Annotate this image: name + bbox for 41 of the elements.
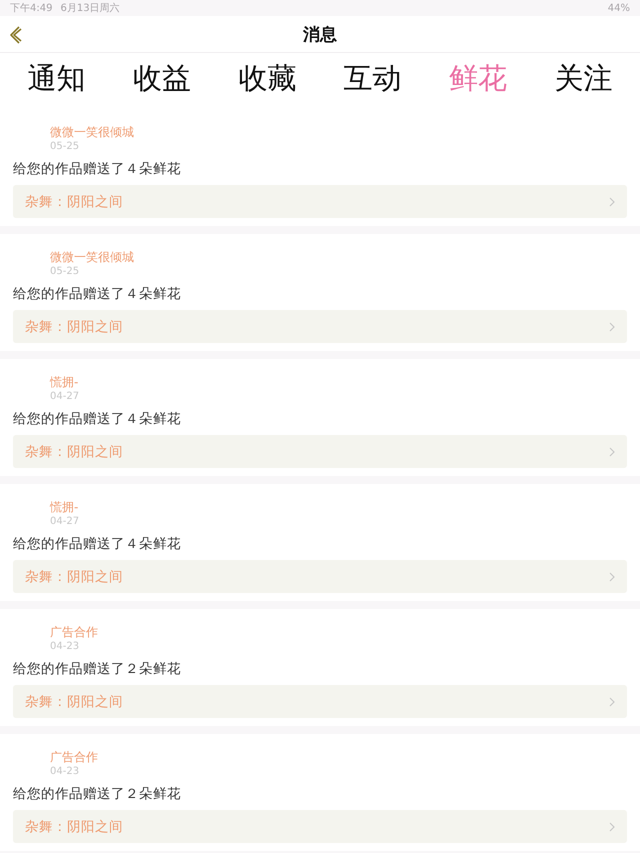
battery-level: 44%	[608, 2, 630, 14]
chevron-icon	[609, 696, 615, 706]
message-date: 04-27	[50, 391, 80, 402]
sender-name[interactable]: 慌拥-	[50, 374, 78, 391]
message-text: 给您的作品赠送了４朵鲜花	[13, 160, 181, 178]
sender-name[interactable]: 慌拥-	[50, 499, 78, 516]
message-text: 给您的作品赠送了２朵鲜花	[13, 660, 181, 678]
work-link[interactable]: 杂舞：阴阳之间	[13, 685, 627, 718]
message-date: 04-23	[50, 641, 80, 652]
chevron-icon	[609, 322, 615, 332]
tab[interactable]: 鲜花	[444, 53, 511, 105]
message-date: 05-25	[50, 266, 80, 277]
sender-name[interactable]: 微微一笑很倾城	[50, 249, 134, 266]
message-date: 04-23	[50, 766, 80, 777]
tab[interactable]: 互动	[340, 53, 406, 105]
sender-name[interactable]: 广告合作	[50, 624, 98, 641]
message-text: 给您的作品赠送了２朵鲜花	[13, 785, 181, 803]
sender-name[interactable]: 微微一笑很倾城	[50, 124, 134, 141]
tab[interactable]: 收益	[128, 53, 195, 105]
work-link[interactable]: 杂舞：阴阳之间	[13, 560, 627, 593]
work-link[interactable]: 杂舞：阴阳之间	[13, 310, 627, 343]
work-link[interactable]: 杂舞：阴阳之间	[13, 435, 627, 468]
status-time: 下午4:49	[10, 2, 52, 15]
work-link[interactable]: 杂舞：阴阳之间	[13, 810, 627, 843]
chevron-icon	[609, 196, 615, 206]
message-date: 05-25	[50, 141, 80, 152]
sender-name[interactable]: 广告合作	[50, 749, 98, 766]
work-link[interactable]: 杂舞：阴阳之间	[13, 185, 627, 218]
message-date: 04-27	[50, 516, 80, 527]
tab[interactable]: 通知	[24, 53, 90, 105]
message-text: 给您的作品赠送了４朵鲜花	[13, 285, 181, 303]
tab[interactable]: 收藏	[234, 53, 300, 105]
back-icon[interactable]	[8, 25, 22, 45]
message-text: 给您的作品赠送了４朵鲜花	[13, 410, 181, 428]
chevron-icon	[609, 446, 615, 456]
chevron-icon	[609, 822, 615, 832]
status-date: 6月13日周六	[60, 2, 120, 15]
message-text: 给您的作品赠送了４朵鲜花	[13, 535, 181, 553]
chevron-icon	[609, 572, 615, 582]
tab[interactable]: 关注	[550, 53, 616, 105]
page-title: 消息	[303, 24, 337, 46]
